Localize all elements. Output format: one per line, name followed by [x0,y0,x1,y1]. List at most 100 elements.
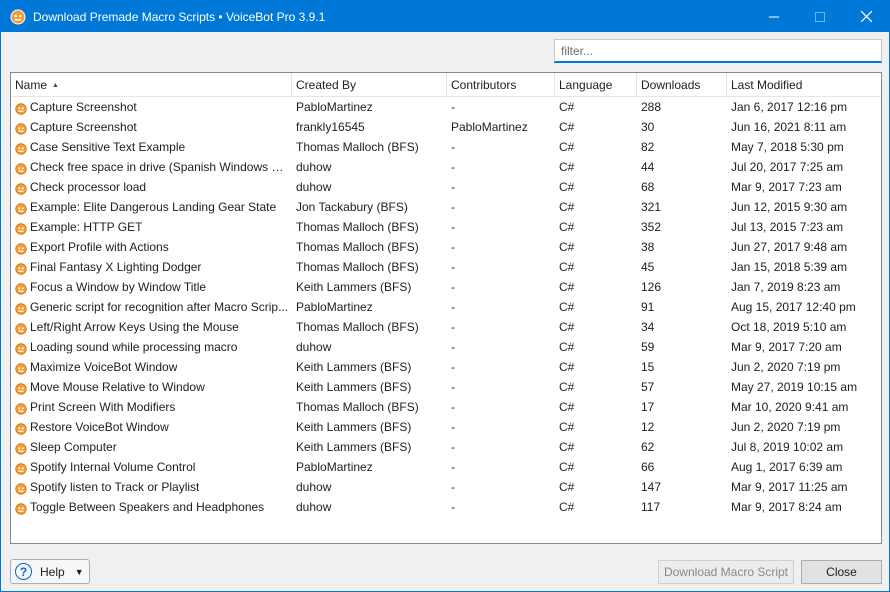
script-icon [15,461,27,475]
last-modified-cell: Mar 9, 2017 11:25 am [731,480,848,494]
table-row[interactable]: Case Sensitive Text Example Thomas Malloc… [11,137,881,157]
title-bar[interactable]: Download Premade Macro Scripts • VoiceBo… [1,1,889,32]
table-row[interactable]: Loading sound while processing macro duho… [11,337,881,357]
table-row[interactable]: Print Screen With Modifiers Thomas Malloc… [11,397,881,417]
script-name: Toggle Between Speakers and Headphones [30,500,265,514]
created-by-cell: PabloMartinez [296,100,373,114]
table-row[interactable]: Sleep Computer Keith Lammers (BFS) - C# 62 Ju… [11,437,881,457]
contributors-cell: - [451,220,455,234]
downloads-cell: 68 [641,180,655,194]
table-row[interactable]: Maximize VoiceBot Window Keith Lammers (B… [11,357,881,377]
close-button[interactable]: Close [801,560,882,584]
contributors-cell: - [451,460,455,474]
window-title: Download Premade Macro Scripts • VoiceBo… [33,9,326,24]
last-modified-cell: Jan 7, 2019 8:23 am [731,280,841,294]
table-row[interactable]: Check free space in drive (Spanish Windo… [11,157,881,177]
name-cell: Check free space in drive (Spanish Windo… [11,157,292,177]
language-cell: C# [559,100,575,114]
scripts-table: Name ▲ Created By Contributors Language D… [10,72,882,544]
last-modified-cell: Oct 18, 2019 5:10 am [731,320,847,334]
column-header-last-modified[interactable]: Last Modified [727,73,881,97]
table-row[interactable]: Left/Right Arrow Keys Using the Mouse Tho… [11,317,881,337]
maximize-button[interactable] [797,1,843,32]
script-icon [15,241,27,255]
column-header-language[interactable]: Language [555,73,637,97]
script-icon [15,181,27,195]
maximize-icon [815,11,825,22]
downloads-cell: 352 [641,220,662,234]
name-cell: Focus a Window by Window Title [11,277,292,297]
script-icon [15,261,27,275]
downloads-cell: 62 [641,440,655,454]
table-row[interactable]: Focus a Window by Window Title Keith Lamm… [11,277,881,297]
script-icon [15,501,27,515]
script-icon [15,121,27,135]
table-row[interactable]: Check processor load duhow - C# 68 Mar 9, 201… [11,177,881,197]
table-row[interactable]: Export Profile with Actions Thomas Malloc… [11,237,881,257]
language-cell: C# [559,500,575,514]
downloads-cell: 57 [641,380,655,394]
last-modified-cell: Jul 13, 2015 7:23 am [731,220,844,234]
created-by-cell: Keith Lammers (BFS) [296,440,412,454]
language-cell: C# [559,180,575,194]
help-dropdown-button[interactable]: ? Help ▼ [10,559,90,584]
help-label: Help [40,564,65,579]
script-icon [15,421,27,435]
script-icon [15,281,27,295]
column-header-contributors[interactable]: Contributors [447,73,555,97]
table-row[interactable]: Spotify Internal Volume Control PabloMart… [11,457,881,477]
downloads-cell: 38 [641,240,655,254]
download-macro-script-button[interactable]: Download Macro Script [658,560,794,584]
created-by-cell: Keith Lammers (BFS) [296,420,412,434]
filter-input[interactable] [554,39,882,63]
created-by-cell: Thomas Malloch (BFS) [296,260,419,274]
script-icon [15,321,27,335]
column-header-name[interactable]: Name ▲ [11,73,292,97]
downloads-cell: 30 [641,120,655,134]
contributors-cell: - [451,420,455,434]
column-header-downloads[interactable]: Downloads [637,73,727,97]
created-by-cell: Thomas Malloch (BFS) [296,220,419,234]
script-name: Focus a Window by Window Title [30,280,207,294]
created-by-cell: Thomas Malloch (BFS) [296,400,419,414]
last-modified-cell: Jan 15, 2018 5:39 am [731,260,848,274]
minimize-button[interactable] [751,1,797,32]
table-row[interactable]: Capture Screenshot frankly16545 PabloMarti… [11,117,881,137]
script-name: Left/Right Arrow Keys Using the Mouse [30,320,239,334]
table-row[interactable]: Example: Elite Dangerous Landing Gear St… [11,197,881,217]
language-cell: C# [559,120,575,134]
last-modified-cell: Jun 2, 2020 7:19 pm [731,420,841,434]
created-by-cell: frankly16545 [296,120,365,134]
name-cell: Capture Screenshot [11,97,292,117]
table-row[interactable]: Restore VoiceBot Window Keith Lammers (BF… [11,417,881,437]
column-header-created-by[interactable]: Created By [292,73,447,97]
downloads-cell: 44 [641,160,655,174]
script-name: Spotify listen to Track or Playlist [30,480,200,494]
table-row[interactable]: Spotify listen to Track or Playlist duhow… [11,477,881,497]
downloads-cell: 321 [641,200,662,214]
last-modified-cell: Aug 1, 2017 6:39 am [731,460,843,474]
contributors-cell: - [451,200,455,214]
script-name: Case Sensitive Text Example [30,140,186,154]
downloads-cell: 66 [641,460,655,474]
script-name: Sleep Computer [30,440,117,454]
script-icon [15,221,27,235]
script-icon [15,141,27,155]
column-header-label: Last Modified [731,78,803,92]
contributors-cell: - [451,140,455,154]
created-by-cell: Jon Tackabury (BFS) [296,200,408,214]
created-by-cell: PabloMartinez [296,460,373,474]
table-row[interactable]: Move Mouse Relative to Window Keith Lamme… [11,377,881,397]
table-row[interactable]: Toggle Between Speakers and Headphones du… [11,497,881,517]
name-cell: Generic script for recognition after Mac… [11,297,292,317]
table-row[interactable]: Final Fantasy X Lighting Dodger Thomas Ma… [11,257,881,277]
table-row[interactable]: Capture Screenshot PabloMartinez - C# 288 Jan… [11,97,881,117]
script-name: Maximize VoiceBot Window [30,360,178,374]
table-row[interactable]: Generic script for recognition after Mac… [11,297,881,317]
last-modified-cell: May 27, 2019 10:15 am [731,380,858,394]
contributors-cell: - [451,500,455,514]
language-cell: C# [559,320,575,334]
contributors-cell: - [451,100,455,114]
close-window-button[interactable] [843,1,889,32]
table-row[interactable]: Example: HTTP GET Thomas Malloch (BFS) - C#… [11,217,881,237]
